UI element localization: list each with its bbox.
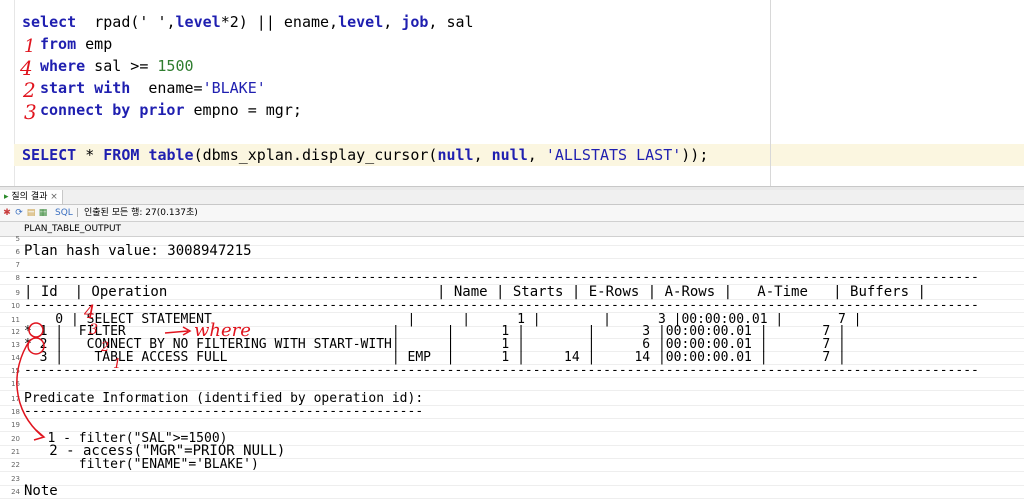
table-row[interactable]: ----------------------------------------…	[24, 299, 979, 312]
kw-level: level	[175, 13, 221, 31]
code-line-3[interactable]: where sal >= 1500	[40, 55, 194, 77]
row-number: 7	[15, 261, 20, 269]
table-row[interactable]: Note	[24, 484, 58, 498]
row-number: 9	[15, 289, 20, 297]
right-margin-line	[770, 0, 771, 186]
grid-icon[interactable]: ▦	[38, 208, 48, 218]
code-text: *2) || ename,	[220, 13, 339, 31]
column-header-label: PLAN_TABLE_OUTPUT	[24, 224, 122, 234]
row-number: 24	[11, 488, 20, 496]
row-number: 22	[11, 461, 20, 469]
annotation-3-plan: 3	[89, 322, 98, 338]
kw-select: SELECT	[22, 146, 77, 164]
row-number: 12	[11, 328, 20, 336]
annotation-where: where	[194, 320, 251, 341]
code-text: ename=	[130, 79, 203, 97]
annotation-4: 4	[20, 56, 33, 80]
code-string: 'BLAKE'	[202, 79, 266, 97]
kw-null: null	[437, 146, 474, 164]
annotation-3: 3	[24, 100, 37, 124]
code-text: ));	[681, 146, 709, 164]
row-number: 21	[11, 448, 20, 456]
code-text: sal >=	[85, 57, 158, 75]
row-number: 23	[11, 475, 20, 483]
kw-select: select	[22, 13, 77, 31]
row-divider	[0, 485, 1024, 486]
code-text: ,	[383, 13, 402, 31]
column-header[interactable]: PLAN_TABLE_OUTPUT	[0, 222, 1024, 237]
editor-gutter	[0, 0, 15, 186]
code-text: emp	[76, 35, 113, 53]
code-line-4[interactable]: start with ename='BLAKE'	[40, 77, 266, 99]
row-number: 16	[11, 380, 20, 388]
annotation-1-plan: 1	[113, 357, 122, 372]
close-icon[interactable]: ×	[50, 192, 58, 202]
toolbar-separator: |	[76, 208, 80, 218]
annotation-4-plan: 4	[84, 302, 96, 323]
code-text: , sal	[428, 13, 474, 31]
annotation-1: 1	[24, 36, 36, 57]
kw-from: from	[40, 35, 77, 53]
table-row[interactable]: filter("ENAME"='BLAKE')	[24, 458, 259, 471]
play-icon: ▸	[4, 192, 9, 202]
annotation-2: 2	[23, 78, 36, 102]
row-number: 19	[11, 421, 20, 429]
row-number: 10	[11, 302, 20, 310]
row-number: 18	[11, 408, 20, 416]
code-line-1[interactable]: select rpad(' ',level*2) || ename,level,…	[22, 11, 474, 33]
row-number: 20	[11, 435, 20, 443]
row-number: 13	[11, 341, 20, 349]
table-row[interactable]: ----------------------------------------…	[24, 405, 423, 418]
sql-button[interactable]: SQL	[55, 205, 73, 221]
table-row[interactable]: Plan hash value: 3008947215	[24, 244, 252, 258]
row-number: 15	[11, 367, 20, 375]
code-text: *	[76, 146, 104, 164]
kw-null: null	[491, 146, 528, 164]
row-number: 5	[15, 235, 20, 243]
row-number: 11	[11, 316, 20, 324]
code-text: rpad(' ',	[76, 13, 176, 31]
sql-editor[interactable]: select rpad(' ',level*2) || ename,level,…	[0, 0, 1024, 186]
code-text: empno = mgr;	[184, 101, 302, 119]
code-string: 'ALLSTATS LAST'	[545, 146, 682, 164]
kw-start-with: start with	[40, 79, 131, 97]
annotation-2-plan: 2	[101, 340, 110, 355]
result-grid[interactable]: 5 6 Plan hash value: 3008947215 7 8 ---------…	[0, 235, 1024, 499]
pin-icon[interactable]: ✱	[2, 208, 12, 218]
kw-level: level	[338, 13, 384, 31]
tab-query-result[interactable]: ▸ 질의 결과 ×	[0, 190, 63, 204]
row-number: 14	[11, 354, 20, 362]
code-text: ,	[527, 146, 546, 164]
kw-from: FROM	[103, 146, 140, 164]
code-line-5[interactable]: connect by prior empno = mgr;	[40, 99, 302, 121]
refresh-icon[interactable]: ⟳	[14, 208, 24, 218]
row-number: 8	[15, 274, 20, 282]
code-line-2[interactable]: from emp	[40, 33, 112, 55]
code-text: (dbms_xplan.display_cursor(	[193, 146, 438, 164]
code-number: 1500	[157, 57, 194, 75]
kw-connect-by-prior: connect by prior	[40, 101, 185, 119]
code-text: ,	[473, 146, 492, 164]
kw-job: job	[401, 13, 429, 31]
row-number: 17	[11, 395, 20, 403]
result-toolbar: ✱ ⟳ ▤ ▦ SQL | 인출된 모든 행: 27(0.137초)	[0, 205, 1024, 222]
row-number: 6	[15, 248, 20, 256]
table-row[interactable]: ----------------------------------------…	[24, 364, 979, 377]
fetch-status: 인출된 모든 행: 27(0.137초)	[84, 208, 198, 218]
table-row[interactable]: ----------------------------------------…	[24, 271, 979, 284]
kw-table: table	[148, 146, 194, 164]
code-line-7[interactable]: SELECT * FROM table(dbms_xplan.display_c…	[22, 144, 708, 166]
tab-label: 질의 결과	[11, 192, 48, 202]
kw-where: where	[40, 57, 86, 75]
export-icon[interactable]: ▤	[26, 208, 36, 218]
result-tabbar: ▸ 질의 결과 ×	[0, 190, 1024, 205]
